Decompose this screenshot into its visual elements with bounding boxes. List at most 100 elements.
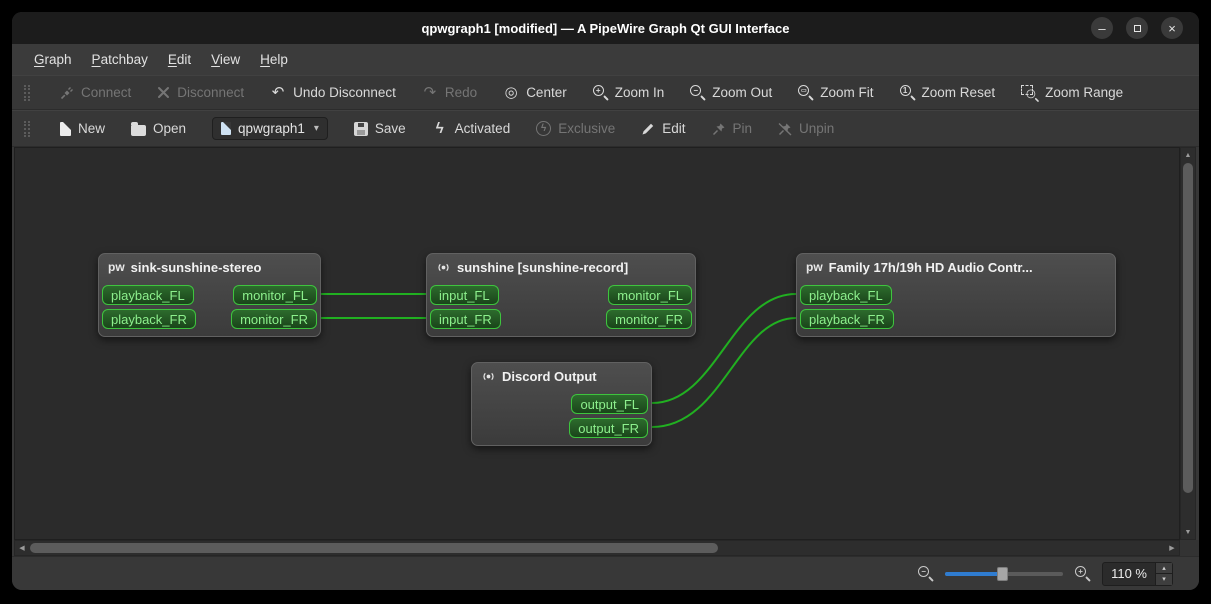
zoom-spin-up-button[interactable]: ▴ bbox=[1156, 562, 1172, 574]
menu-patchbay[interactable]: Patchbay bbox=[82, 44, 158, 75]
toolbar-drag-handle[interactable] bbox=[24, 84, 30, 101]
connect-button[interactable]: Connect bbox=[60, 85, 131, 100]
close-button[interactable]: × bbox=[1161, 17, 1183, 39]
patchbay-file-selector[interactable]: qpwgraph1 ▾ bbox=[212, 117, 328, 140]
audio-output-port[interactable]: output_FR bbox=[569, 418, 648, 438]
node-ports: playback_FL monitor_FL playback_FR monit… bbox=[99, 280, 320, 329]
disconnect-button[interactable]: Disconnect bbox=[157, 85, 244, 100]
app-window: qpwgraph1 [modified] — A PipeWire Graph … bbox=[12, 12, 1199, 590]
node-discord-output[interactable]: Discord Output output_FL output_FR bbox=[471, 362, 652, 446]
activated-bolt-icon: ϟ bbox=[435, 120, 444, 137]
patchbay-file-icon bbox=[221, 122, 232, 135]
audio-input-port[interactable]: input_FR bbox=[430, 309, 501, 329]
horizontal-scrollbar-thumb[interactable] bbox=[30, 543, 718, 553]
maximize-button[interactable] bbox=[1126, 17, 1148, 39]
unpin-button[interactable]: Unpin bbox=[778, 121, 834, 136]
save-button[interactable]: Save bbox=[353, 121, 406, 136]
unpin-icon bbox=[778, 122, 792, 136]
chevron-down-icon: ▾ bbox=[313, 123, 319, 134]
connect-icon bbox=[60, 86, 73, 99]
pipewire-icon: pw bbox=[108, 260, 125, 274]
toolbar-drag-handle[interactable] bbox=[24, 120, 30, 137]
exclusive-toggle[interactable]: ϟ Exclusive bbox=[536, 121, 615, 136]
vertical-scrollbar-thumb[interactable] bbox=[1183, 163, 1193, 493]
horizontal-scrollbar[interactable]: ◀ ▶ bbox=[14, 540, 1180, 556]
patchbay-toolbar: New Open qpwgraph1 ▾ Save ϟ Activated ϟ … bbox=[12, 110, 1199, 147]
redo-button[interactable]: ↷ Redo bbox=[422, 85, 478, 101]
node-ports: output_FL output_FR bbox=[472, 389, 651, 438]
audio-input-port[interactable]: playback_FR bbox=[800, 309, 894, 329]
minimize-icon: – bbox=[1098, 20, 1106, 36]
menu-graph[interactable]: Graph bbox=[24, 44, 82, 75]
node-sunshine[interactable]: sunshine [sunshine-record] input_FL moni… bbox=[426, 253, 696, 337]
audio-output-port[interactable]: output_FL bbox=[571, 394, 648, 414]
audio-input-port[interactable]: playback_FL bbox=[102, 285, 194, 305]
scroll-right-button[interactable]: ▶ bbox=[1165, 541, 1179, 555]
open-folder-icon bbox=[131, 121, 147, 136]
center-icon: ◎ bbox=[504, 84, 518, 101]
zoom-in-icon[interactable]: + bbox=[1075, 566, 1090, 581]
activated-toggle[interactable]: ϟ Activated bbox=[432, 121, 511, 137]
menubar: Graph Patchbay Edit View Help bbox=[12, 44, 1199, 75]
zoom-range-button[interactable]: Zoom Range bbox=[1021, 85, 1123, 100]
node-title-text: Discord Output bbox=[502, 368, 597, 384]
node-title-text: sunshine [sunshine-record] bbox=[457, 259, 629, 275]
patchbay-file-name: qpwgraph1 bbox=[238, 121, 305, 136]
edit-toggle[interactable]: Edit bbox=[641, 121, 686, 136]
node-title-text: Family 17h/19h HD Audio Contr... bbox=[828, 259, 1033, 275]
menu-view[interactable]: View bbox=[201, 44, 250, 75]
scroll-up-button[interactable]: ▲ bbox=[1181, 148, 1195, 162]
menu-edit[interactable]: Edit bbox=[158, 44, 201, 75]
node-header[interactable]: Discord Output bbox=[472, 363, 651, 389]
maximize-icon bbox=[1133, 24, 1141, 32]
node-header[interactable]: sunshine [sunshine-record] bbox=[427, 254, 695, 280]
audio-input-port[interactable]: input_FL bbox=[430, 285, 499, 305]
new-button[interactable]: New bbox=[60, 121, 105, 136]
graph-canvas[interactable]: pw sink-sunshine-stereo playback_FL moni… bbox=[14, 147, 1180, 540]
hscroll-row: ◀ ▶ bbox=[12, 540, 1199, 556]
pin-button[interactable]: Pin bbox=[712, 121, 752, 136]
graph-toolbar: Connect Disconnect ↶ Undo Disconnect ↷ R… bbox=[12, 75, 1199, 110]
zoom-range-icon bbox=[1021, 85, 1038, 100]
audio-output-port[interactable]: monitor_FR bbox=[231, 309, 317, 329]
audio-output-port[interactable]: monitor_FR bbox=[606, 309, 692, 329]
scroll-down-button[interactable]: ▼ bbox=[1181, 525, 1195, 539]
audio-output-port[interactable]: monitor_FL bbox=[608, 285, 692, 305]
new-file-icon bbox=[60, 121, 71, 136]
zoom-out-button[interactable]: − Zoom Out bbox=[690, 85, 772, 100]
window-controls: – × bbox=[1091, 12, 1183, 44]
node-header[interactable]: pw sink-sunshine-stereo bbox=[99, 254, 320, 280]
open-button[interactable]: Open bbox=[131, 121, 186, 136]
node-family-hd-audio[interactable]: pw Family 17h/19h HD Audio Contr... play… bbox=[796, 253, 1116, 337]
main-area: pw sink-sunshine-stereo playback_FL moni… bbox=[12, 147, 1199, 540]
zoom-slider-handle[interactable] bbox=[997, 566, 1009, 581]
node-header[interactable]: pw Family 17h/19h HD Audio Contr... bbox=[797, 254, 1115, 280]
close-icon: × bbox=[1168, 20, 1176, 36]
scroll-left-button[interactable]: ◀ bbox=[15, 541, 29, 555]
zoom-fit-icon: ▭ bbox=[798, 85, 813, 100]
zoom-spin-down-button[interactable]: ▾ bbox=[1156, 573, 1172, 585]
zoom-reset-button[interactable]: 1 Zoom Reset bbox=[899, 85, 995, 100]
audio-input-port[interactable]: playback_FR bbox=[102, 309, 196, 329]
menu-help[interactable]: Help bbox=[250, 44, 298, 75]
node-sink-sunshine-stereo[interactable]: pw sink-sunshine-stereo playback_FL moni… bbox=[98, 253, 321, 337]
statusbar: − + 110 % ▴ ▾ bbox=[12, 556, 1199, 590]
node-ports: input_FL monitor_FL input_FR monitor_FR bbox=[427, 280, 695, 329]
audio-output-port[interactable]: monitor_FL bbox=[233, 285, 317, 305]
minimize-button[interactable]: – bbox=[1091, 17, 1113, 39]
zoom-slider[interactable] bbox=[945, 566, 1064, 582]
save-icon bbox=[353, 121, 368, 136]
zoom-spinbox[interactable]: 110 % ▴ ▾ bbox=[1102, 561, 1173, 586]
zoom-in-button[interactable]: + Zoom In bbox=[592, 85, 664, 100]
pipewire-icon: pw bbox=[806, 260, 823, 274]
stream-icon bbox=[438, 263, 449, 271]
zoom-fit-button[interactable]: ▭ Zoom Fit bbox=[798, 85, 874, 100]
zoom-out-icon[interactable]: − bbox=[918, 566, 933, 581]
edit-pencil-icon bbox=[642, 123, 654, 134]
audio-input-port[interactable]: playback_FL bbox=[800, 285, 892, 305]
center-button[interactable]: ◎ Center bbox=[503, 85, 567, 101]
titlebar[interactable]: qpwgraph1 [modified] — A PipeWire Graph … bbox=[12, 12, 1199, 44]
node-title-text: sink-sunshine-stereo bbox=[130, 259, 262, 275]
undo-disconnect-button[interactable]: ↶ Undo Disconnect bbox=[270, 85, 396, 101]
vertical-scrollbar[interactable]: ▲ ▼ bbox=[1180, 147, 1196, 540]
